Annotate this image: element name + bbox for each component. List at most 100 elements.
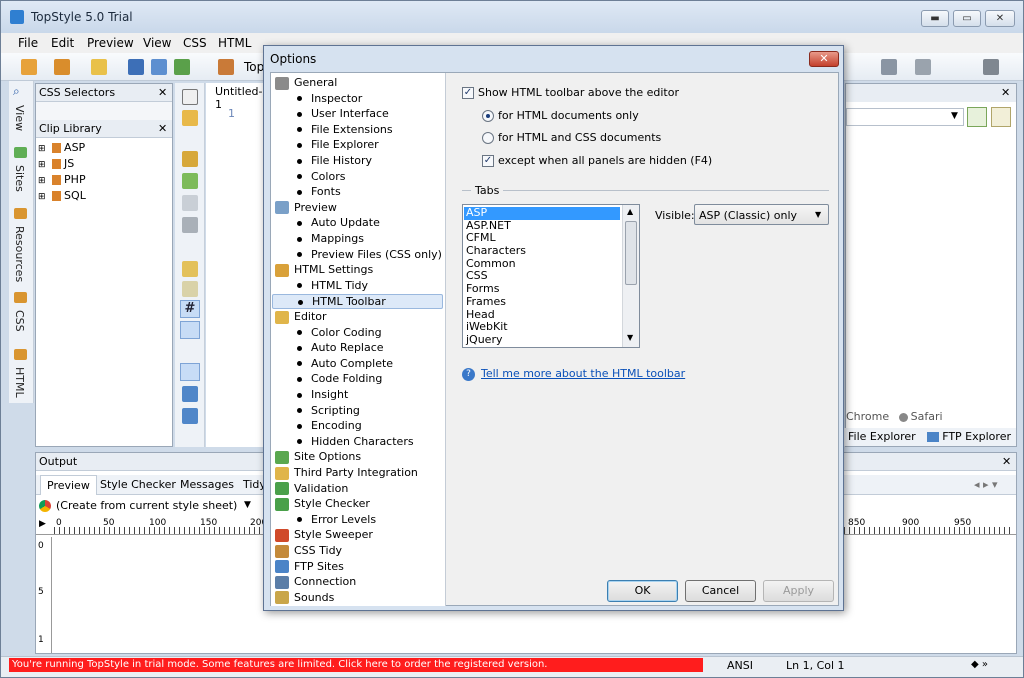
tree-subitem-color-coding[interactable]: Color Coding	[297, 326, 382, 339]
tree-subitem-file-explorer[interactable]: File Explorer	[297, 138, 379, 151]
tree-subitem-auto-replace[interactable]: Auto Replace	[297, 341, 384, 354]
hash-icon[interactable]: #	[180, 300, 200, 318]
chrome-label[interactable]: Chrome	[846, 410, 889, 423]
tree-subitem-fonts[interactable]: Fonts	[297, 185, 341, 198]
tree-subitem-mappings[interactable]: Mappings	[297, 232, 364, 245]
ok-button[interactable]: OK	[607, 580, 678, 602]
preview-browser-icon[interactable]	[967, 107, 987, 127]
tree-subitem-scripting[interactable]: Scripting	[297, 404, 360, 417]
menu-html[interactable]: HTML	[218, 36, 251, 50]
tools-icon[interactable]	[983, 59, 999, 75]
tree-subitem-html-toolbar[interactable]: HTML Toolbar	[272, 294, 443, 310]
tree-category-general[interactable]: General	[275, 76, 337, 90]
css-selectors-close-button[interactable]: ✕	[158, 86, 167, 99]
save-icon[interactable]	[128, 59, 144, 75]
tree-category-css-tidy[interactable]: CSS Tidy	[275, 544, 342, 558]
comment-icon[interactable]	[182, 195, 198, 211]
layout-icon[interactable]	[881, 59, 897, 75]
side-tab-resources[interactable]: Resources	[13, 226, 26, 282]
output-close-button[interactable]: ✕	[1002, 455, 1011, 468]
tree-category-third-party-integration[interactable]: Third Party Integration	[275, 466, 418, 480]
side-tab-sites[interactable]: Sites	[13, 165, 26, 192]
tree-subitem-encoding[interactable]: Encoding	[297, 419, 362, 432]
tree-subitem-html-tidy[interactable]: HTML Tidy	[297, 279, 368, 292]
tree-category-site-options[interactable]: Site Options	[275, 450, 361, 464]
tabs-listbox[interactable]: ASP ASP.NET CFML Characters Common CSS Forms Fr…	[462, 204, 640, 348]
editor-area[interactable]: Untitled-1 1	[206, 83, 266, 447]
side-tab-view[interactable]: View	[13, 105, 26, 131]
insert-icon[interactable]	[182, 151, 198, 167]
tabs-list-item[interactable]: ASP	[464, 206, 620, 220]
open-folder-icon[interactable]	[91, 59, 107, 75]
tree-subitem-file-extensions[interactable]: File Extensions	[297, 123, 393, 136]
tree-category-editor[interactable]: Editor	[275, 310, 327, 324]
tabs-list-item[interactable]: Forms	[464, 282, 620, 296]
clip-item-js[interactable]: ⊞ JS	[38, 157, 86, 173]
toolbar-style-icon[interactable]	[218, 59, 234, 75]
columns-layout-icon[interactable]	[182, 408, 198, 424]
tree-subitem-inspector[interactable]: Inspector	[297, 92, 362, 105]
tab-file-explorer[interactable]: File Explorer	[848, 430, 916, 443]
tree-category-html-settings[interactable]: HTML Settings	[275, 263, 373, 277]
status-options-icon[interactable]: ◆ »	[971, 659, 988, 670]
menu-css[interactable]: CSS	[183, 36, 207, 50]
menu-view[interactable]: View	[143, 36, 171, 50]
clip-item-php[interactable]: ⊞ PHP	[38, 173, 86, 189]
show-toolbar-checkbox[interactable]: ✓ Show HTML toolbar above the editor	[462, 86, 679, 99]
right-pane-select[interactable]: ▼	[846, 108, 964, 126]
tabs-scroll-icon[interactable]: ◂ ▸ ▾	[974, 478, 998, 491]
tree-category-style-sweeper[interactable]: Style Sweeper	[275, 528, 373, 542]
tab-messages[interactable]: Messages	[180, 478, 234, 491]
tabs-list-item[interactable]: Frames	[464, 295, 620, 309]
radio-html-css[interactable]: for HTML and CSS documents	[482, 131, 661, 144]
except-hidden-checkbox[interactable]: ✓ except when all panels are hidden (F4)	[482, 154, 712, 167]
tab-style-checker[interactable]: Style Checker	[100, 478, 176, 491]
rows-layout-icon[interactable]	[182, 386, 198, 402]
tree-subitem-code-folding[interactable]: Code Folding	[297, 372, 382, 385]
tabs-list-item[interactable]: Characters	[464, 244, 620, 258]
tree-subitem-insight[interactable]: Insight	[297, 388, 348, 401]
menu-edit[interactable]: Edit	[51, 36, 74, 50]
tree-subitem-hidden-characters[interactable]: Hidden Characters	[297, 435, 414, 448]
tree-subitem-preview-files-css-only[interactable]: Preview Files (CSS only)	[297, 248, 442, 261]
tab-preview[interactable]: Preview	[40, 475, 97, 495]
help-link[interactable]: Tell me more about the HTML toolbar	[481, 367, 685, 380]
tabs-list-item[interactable]: jQuery	[464, 333, 620, 347]
scroll-thumb[interactable]	[625, 221, 637, 285]
tree-subitem-auto-complete[interactable]: Auto Complete	[297, 357, 393, 370]
safari-label[interactable]: Safari	[911, 410, 943, 423]
preview-external-icon[interactable]	[991, 107, 1011, 127]
tree-subitem-user-interface[interactable]: User Interface	[297, 107, 389, 120]
tree-subitem-error-levels[interactable]: Error Levels	[297, 513, 376, 526]
clip-item-asp[interactable]: ⊞ ASP	[38, 141, 86, 157]
tree-category-style-checker[interactable]: Style Checker	[275, 497, 370, 511]
window-layout-icon[interactable]	[180, 363, 200, 381]
menu-file[interactable]: File	[18, 36, 38, 50]
tree-category-ftp-sites[interactable]: FTP Sites	[275, 560, 344, 574]
output-source-select[interactable]: (Create from current style sheet) ▼	[36, 497, 264, 515]
tree-category-preview[interactable]: Preview	[275, 201, 337, 215]
side-tab-css[interactable]: CSS	[13, 310, 26, 332]
save-all-icon[interactable]	[151, 59, 167, 75]
visible-select[interactable]: ASP (Classic) only ▼	[694, 204, 829, 225]
scroll-down-icon[interactable]: ▼	[627, 333, 633, 342]
edit-icon[interactable]	[182, 217, 198, 233]
tabs-scrollbar[interactable]: ▲ ▼	[622, 205, 639, 347]
tree-subitem-file-history[interactable]: File History	[297, 154, 372, 167]
folder-icon[interactable]	[182, 110, 198, 126]
scroll-up-icon[interactable]: ▲	[627, 207, 633, 216]
pencil-icon[interactable]	[180, 321, 200, 339]
print-icon[interactable]	[915, 59, 931, 75]
window-close-button[interactable]: ✕	[985, 10, 1015, 27]
refresh-icon[interactable]	[174, 59, 190, 75]
link-icon[interactable]	[182, 261, 198, 277]
note-icon[interactable]	[182, 281, 198, 297]
radio-html-only[interactable]: for HTML documents only	[482, 109, 639, 122]
insert-green-icon[interactable]	[182, 173, 198, 189]
new-file-icon[interactable]	[21, 59, 37, 75]
cancel-button[interactable]: Cancel	[685, 580, 756, 602]
tree-subitem-colors[interactable]: Colors	[297, 170, 345, 183]
menu-preview[interactable]: Preview	[87, 36, 134, 50]
side-tab-html[interactable]: HTML	[13, 367, 26, 398]
editor-tab[interactable]: Untitled-1	[215, 85, 266, 111]
